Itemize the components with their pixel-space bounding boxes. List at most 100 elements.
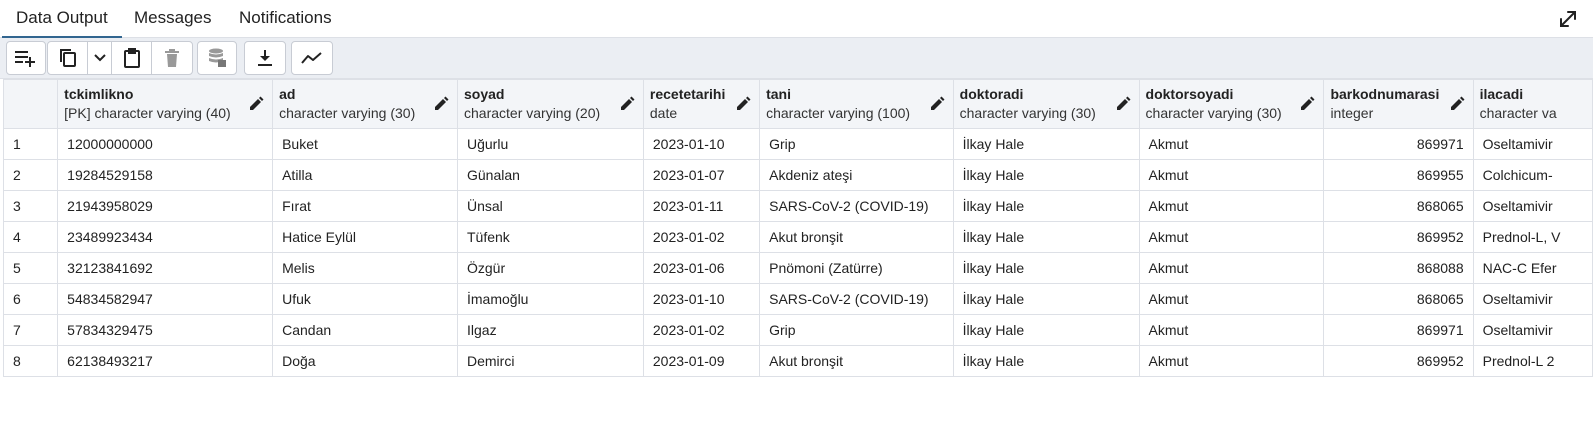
table-cell[interactable]: Akut bronşit (759, 345, 954, 377)
table-row[interactable]: 8 62138493217 Doğa Demirci 2023-01-09 Akut br… (3, 345, 1593, 377)
table-cell[interactable]: 2023-01-07 (642, 159, 761, 191)
column-header[interactable]: ilacadi character va (1472, 79, 1593, 129)
table-cell[interactable]: 869955 (1323, 159, 1474, 191)
table-cell[interactable]: Oseltamivir (1472, 128, 1593, 160)
table-cell[interactable]: 869971 (1323, 314, 1474, 346)
table-cell[interactable]: 54834582947 (57, 283, 274, 315)
table-row[interactable]: 4 23489923434 Hatice Eylül Tüfenk 2023-01-02… (3, 221, 1593, 253)
row-number[interactable]: 4 (3, 221, 59, 253)
table-cell[interactable]: Uğurlu (457, 128, 644, 160)
table-cell[interactable]: 19284529158 (57, 159, 274, 191)
row-number[interactable]: 6 (3, 283, 59, 315)
pencil-icon[interactable] (248, 96, 264, 112)
table-cell[interactable]: Prednol-L, V (1472, 221, 1593, 253)
column-header[interactable]: doktorsoyadi character varying (30) (1138, 79, 1325, 129)
table-cell[interactable]: Akmut (1138, 252, 1325, 284)
column-header[interactable]: tani character varying (100) (759, 79, 954, 129)
table-cell[interactable]: SARS-CoV-2 (COVID-19) (759, 190, 954, 222)
table-cell[interactable]: Grip (759, 128, 954, 160)
table-cell[interactable]: Hatice Eylül (272, 221, 458, 253)
table-cell[interactable]: 57834329475 (57, 314, 274, 346)
download-button[interactable] (245, 42, 285, 74)
table-cell[interactable]: Pnömoni (Zatürre) (759, 252, 954, 284)
table-cell[interactable]: 868065 (1323, 190, 1474, 222)
table-row[interactable]: 3 21943958029 Fırat Ünsal 2023-01-11 SARS-CoV… (3, 190, 1593, 222)
table-cell[interactable]: Ufuk (272, 283, 458, 315)
table-cell[interactable]: 869952 (1323, 345, 1474, 377)
table-cell[interactable]: Colchicum- (1472, 159, 1593, 191)
column-header[interactable]: soyad character varying (20) (457, 79, 644, 129)
table-cell[interactable]: 12000000000 (57, 128, 274, 160)
table-cell[interactable]: Buket (272, 128, 458, 160)
table-cell[interactable]: 2023-01-02 (642, 221, 761, 253)
table-row[interactable]: 5 32123841692 Melis Özgür 2023-01-06 Pnömoni … (3, 252, 1593, 284)
graph-button[interactable] (292, 42, 332, 74)
table-cell[interactable]: Akmut (1138, 314, 1325, 346)
table-cell[interactable]: 2023-01-10 (642, 128, 761, 160)
copy-options-button[interactable] (88, 42, 112, 74)
table-cell[interactable]: Ünsal (457, 190, 644, 222)
table-cell[interactable]: İmamoğlu (457, 283, 644, 315)
table-cell[interactable]: 2023-01-11 (642, 190, 761, 222)
pencil-icon[interactable] (929, 96, 945, 112)
table-cell[interactable]: 869952 (1323, 221, 1474, 253)
table-cell[interactable]: SARS-CoV-2 (COVID-19) (759, 283, 954, 315)
column-header[interactable]: recetetarihi date (642, 79, 761, 129)
table-cell[interactable]: 2023-01-02 (642, 314, 761, 346)
table-cell[interactable]: Ilgaz (457, 314, 644, 346)
table-cell[interactable]: Akmut (1138, 128, 1325, 160)
table-row[interactable]: 7 57834329475 Candan Ilgaz 2023-01-02 Grip İlk… (3, 314, 1593, 346)
pencil-icon[interactable] (619, 96, 635, 112)
table-cell[interactable]: Akmut (1138, 221, 1325, 253)
table-cell[interactable]: 868065 (1323, 283, 1474, 315)
table-cell[interactable]: 869971 (1323, 128, 1474, 160)
tab-notifications[interactable]: Notifications (225, 0, 346, 38)
table-cell[interactable]: 2023-01-10 (642, 283, 761, 315)
table-cell[interactable]: 62138493217 (57, 345, 274, 377)
save-data-button[interactable] (198, 42, 236, 74)
column-header[interactable]: doktoradi character varying (30) (952, 79, 1140, 129)
table-cell[interactable]: Akmut (1138, 283, 1325, 315)
table-cell[interactable]: Demirci (457, 345, 644, 377)
table-cell[interactable]: Akmut (1138, 190, 1325, 222)
table-cell[interactable]: İlkay Hale (952, 283, 1140, 315)
column-header[interactable]: barkodnumarasi integer (1323, 79, 1474, 129)
table-cell[interactable]: İlkay Hale (952, 345, 1140, 377)
expand-icon[interactable] (1557, 8, 1579, 30)
table-cell[interactable]: NAC-C Efer (1472, 252, 1593, 284)
table-cell[interactable]: İlkay Hale (952, 128, 1140, 160)
table-cell[interactable]: Özgür (457, 252, 644, 284)
table-cell[interactable]: İlkay Hale (952, 252, 1140, 284)
table-cell[interactable]: İlkay Hale (952, 221, 1140, 253)
table-cell[interactable]: Oseltamivir (1472, 314, 1593, 346)
pencil-icon[interactable] (1449, 96, 1465, 112)
row-number[interactable]: 7 (3, 314, 59, 346)
delete-button[interactable] (152, 42, 192, 74)
table-row[interactable]: 1 12000000000 Buket Uğurlu 2023-01-10 Grip İlk… (3, 128, 1593, 160)
table-cell[interactable]: 21943958029 (57, 190, 274, 222)
table-cell[interactable]: Melis (272, 252, 458, 284)
column-header[interactable]: tckimlikno [PK] character varying (40) (57, 79, 274, 129)
paste-button[interactable] (112, 42, 152, 74)
tab-messages[interactable]: Messages (120, 0, 225, 38)
table-cell[interactable]: Atilla (272, 159, 458, 191)
column-header[interactable]: ad character varying (30) (272, 79, 458, 129)
row-number[interactable]: 2 (3, 159, 59, 191)
table-cell[interactable]: 23489923434 (57, 221, 274, 253)
table-cell[interactable]: İlkay Hale (952, 159, 1140, 191)
table-cell[interactable]: Candan (272, 314, 458, 346)
row-number[interactable]: 8 (3, 345, 59, 377)
table-cell[interactable]: Prednol-L 2 (1472, 345, 1593, 377)
table-cell[interactable]: İlkay Hale (952, 314, 1140, 346)
table-cell[interactable]: Akut bronşit (759, 221, 954, 253)
pencil-icon[interactable] (433, 96, 449, 112)
pencil-icon[interactable] (1299, 96, 1315, 112)
table-row[interactable]: 2 19284529158 Atilla Günalan 2023-01-07 Akden… (3, 159, 1593, 191)
copy-button[interactable] (48, 42, 88, 74)
data-grid[interactable]: tckimlikno [PK] character varying (40) ad… (3, 79, 1593, 433)
table-cell[interactable]: Grip (759, 314, 954, 346)
pencil-icon[interactable] (735, 96, 751, 112)
table-cell[interactable]: Tüfenk (457, 221, 644, 253)
table-cell[interactable]: İlkay Hale (952, 190, 1140, 222)
table-cell[interactable]: Günalan (457, 159, 644, 191)
